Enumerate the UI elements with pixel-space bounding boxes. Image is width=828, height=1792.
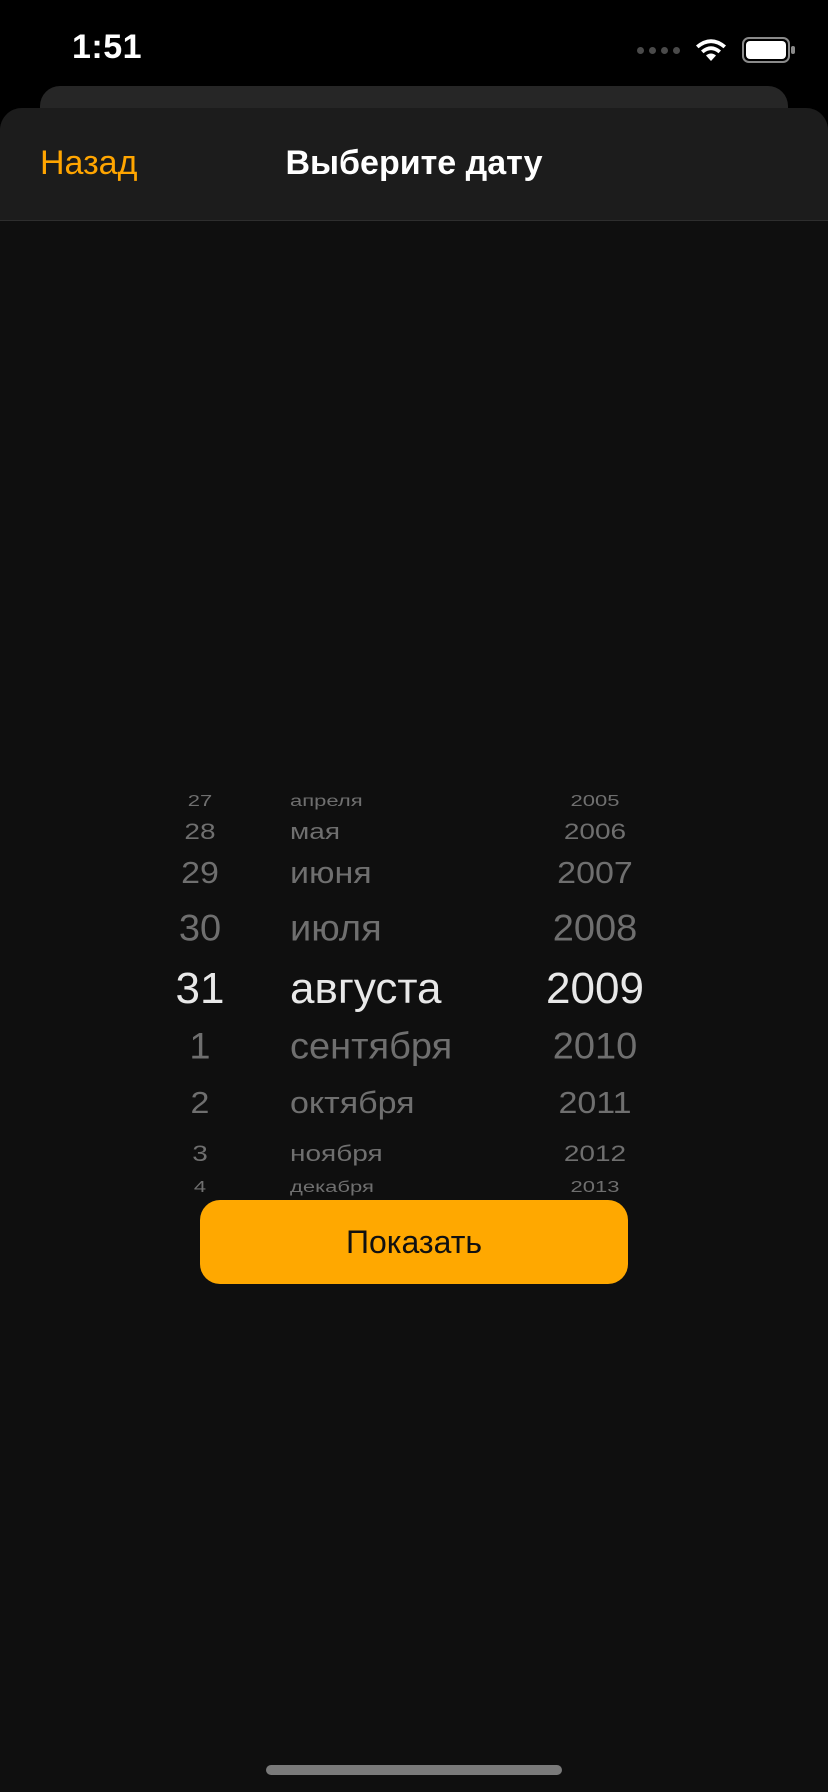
status-time: 1:51 — [72, 28, 143, 66]
day-item[interactable]: 1 — [140, 1027, 260, 1069]
year-item[interactable]: 2008 — [520, 909, 670, 951]
month-item[interactable]: апреля — [290, 792, 363, 810]
year-item[interactable]: 2010 — [520, 1027, 670, 1069]
month-item[interactable]: ноября — [290, 1141, 383, 1167]
year-item-selected[interactable]: 2009 — [520, 964, 670, 1014]
year-item[interactable]: 2013 — [520, 1178, 670, 1196]
day-item[interactable]: 27 — [140, 792, 260, 810]
status-icons — [637, 36, 796, 64]
status-bar: 1:51 — [0, 0, 828, 100]
home-indicator — [266, 1765, 562, 1775]
date-picker-sheet: Назад Выберите дату 27 28 29 30 31 1 2 3 4 апрел… — [0, 108, 828, 1792]
month-item[interactable]: июля — [290, 909, 382, 951]
year-item[interactable]: 2007 — [520, 856, 670, 891]
signal-dots-icon — [637, 46, 680, 54]
page-title: Выберите дату — [285, 144, 543, 182]
year-wheel[interactable]: 2005 2006 2007 2008 2009 2010 2011 2012 2013 — [520, 668, 670, 1196]
day-item-selected[interactable]: 31 — [140, 964, 260, 1014]
day-item[interactable]: 29 — [140, 856, 260, 891]
month-wheel[interactable]: апреля мая июня июля августа сентября октября н… — [280, 668, 480, 1196]
show-button[interactable]: Показать — [200, 1200, 628, 1284]
month-item[interactable]: сентября — [290, 1027, 452, 1069]
wifi-icon — [696, 39, 726, 61]
day-item[interactable]: 2 — [140, 1086, 260, 1121]
day-item[interactable]: 3 — [140, 1141, 260, 1167]
year-item[interactable]: 2012 — [520, 1141, 670, 1167]
year-item[interactable]: 2006 — [520, 819, 670, 845]
year-item[interactable]: 2005 — [520, 792, 670, 810]
month-item[interactable]: декабря — [290, 1178, 374, 1196]
day-item[interactable]: 30 — [140, 909, 260, 951]
battery-icon — [742, 37, 795, 63]
day-item[interactable]: 4 — [140, 1178, 260, 1196]
month-item[interactable]: октября — [290, 1086, 415, 1121]
day-item[interactable]: 28 — [140, 819, 260, 845]
navigation-bar: Назад Выберите дату — [0, 108, 828, 221]
year-item[interactable]: 2011 — [520, 1086, 670, 1121]
month-item-selected[interactable]: августа — [290, 964, 442, 1014]
month-item[interactable]: июня — [290, 856, 372, 891]
day-wheel[interactable]: 27 28 29 30 31 1 2 3 4 — [140, 668, 260, 1196]
date-picker[interactable]: 27 28 29 30 31 1 2 3 4 апреля мая июня июля августа с… — [0, 668, 828, 1196]
month-item[interactable]: мая — [290, 819, 340, 845]
